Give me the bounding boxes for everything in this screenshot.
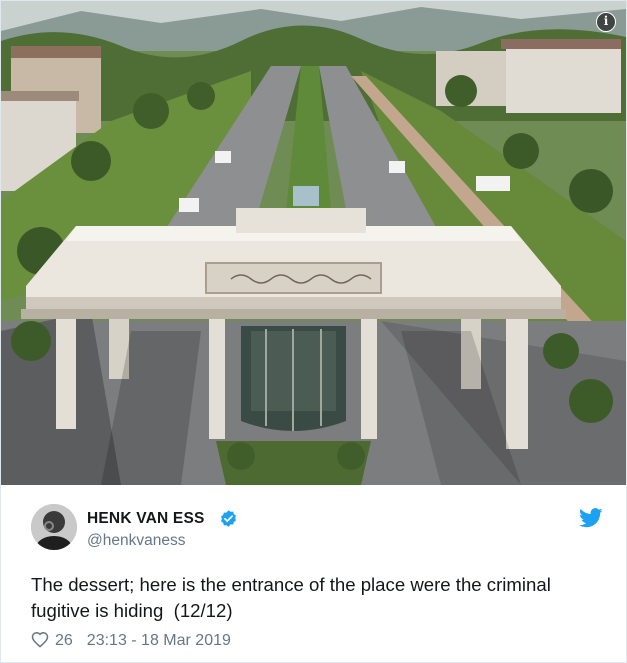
avatar-image <box>31 504 77 550</box>
tweet-text: The dessert; here is the entrance of the… <box>31 574 551 621</box>
tweet-header: HENK VAN ESS @henkvaness <box>31 504 611 552</box>
verified-badge-icon <box>221 510 236 527</box>
info-icon[interactable]: i <box>596 12 616 32</box>
twitter-bird-icon[interactable] <box>579 508 603 528</box>
tweet-footer: 26 23:13 - 18 Mar 2019 <box>31 631 231 653</box>
tweet-timestamp[interactable]: 23:13 - 18 Mar 2019 <box>87 632 231 649</box>
author-name[interactable]: HENK VAN ESS <box>87 510 205 528</box>
tweet-photo[interactable]: i <box>1 1 626 485</box>
author-handle[interactable]: @henkvaness <box>87 532 185 550</box>
like-count[interactable]: 26 <box>55 632 73 649</box>
tweet-card: i HENK VAN ESS @henkvaness The dessert; … <box>0 0 627 663</box>
heart-icon[interactable] <box>31 631 49 648</box>
aerial-gate-image <box>1 1 626 485</box>
avatar[interactable] <box>31 504 77 550</box>
